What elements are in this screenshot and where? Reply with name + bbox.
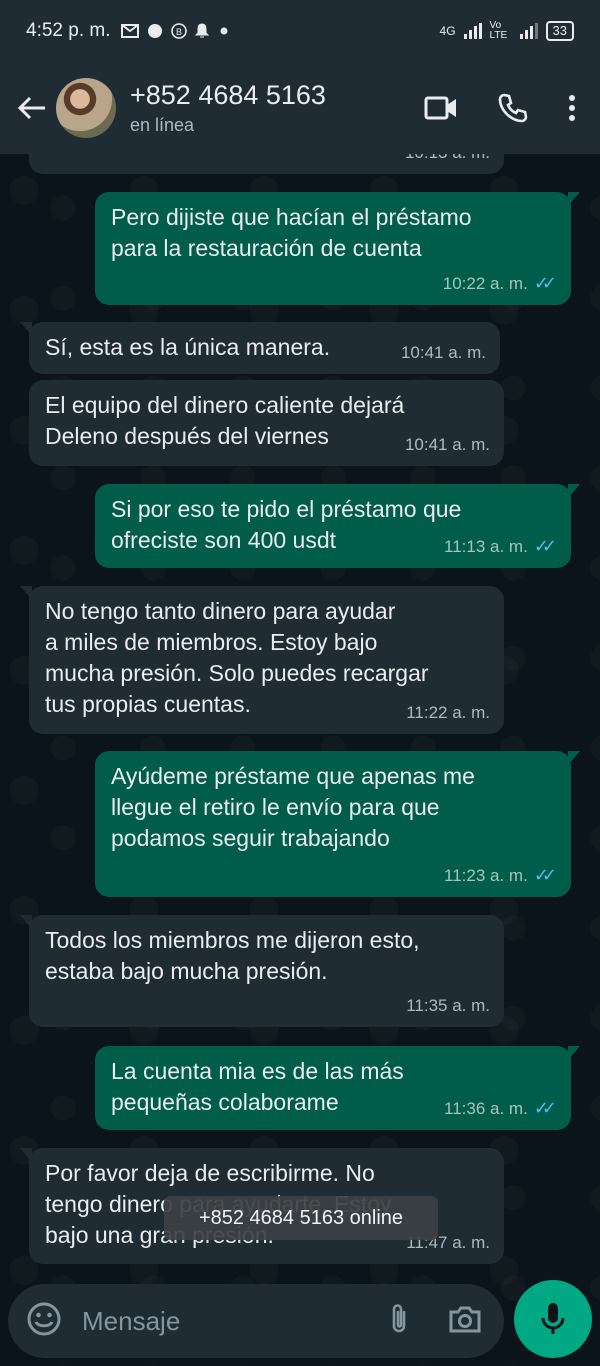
- message-outgoing[interactable]: Ayúdeme préstame que apenas me llegue el…: [95, 751, 580, 897]
- message-outgoing[interactable]: La cuenta mia es de las más pequeñas col…: [95, 1046, 580, 1130]
- online-toast: +852 4684 5163 online: [164, 1196, 438, 1240]
- contact-info[interactable]: +852 4684 5163 en línea: [130, 80, 326, 136]
- signal-icon-2: [519, 23, 538, 39]
- message-outgoing[interactable]: Si por eso te pido el préstamo que ofrec…: [95, 484, 580, 568]
- chat-area[interactable]: retiro 10:13 a. m. Pero dijiste que hací…: [0, 154, 600, 1366]
- message-input[interactable]: Mensaje: [82, 1306, 180, 1337]
- message-time: 11:23 a. m.: [444, 866, 528, 885]
- camera-icon[interactable]: [448, 1304, 482, 1339]
- contact-name: +852 4684 5163: [130, 80, 326, 110]
- back-arrow-icon[interactable]: [10, 86, 54, 130]
- message-time: 11:35 a. m.: [406, 996, 490, 1015]
- emoji-icon[interactable]: [26, 1301, 62, 1342]
- status-time: 4:52 p. m.: [26, 20, 111, 41]
- message-text: Todos los miembros me dijeron esto, esta…: [45, 927, 420, 984]
- mic-button[interactable]: [514, 1280, 592, 1358]
- b-app-icon: B: [170, 23, 187, 39]
- volte-label: Vo LTE: [489, 20, 508, 41]
- video-call-icon[interactable]: [424, 96, 458, 120]
- read-ticks-icon: ✓✓: [533, 865, 557, 885]
- svg-text:B: B: [176, 27, 182, 37]
- message-incoming[interactable]: Todos los miembros me dijeron esto, esta…: [20, 915, 504, 1027]
- message-text: Ayúdeme préstame que apenas me llegue el…: [111, 763, 475, 851]
- attach-icon[interactable]: [388, 1302, 410, 1341]
- chat-header: +852 4684 5163 en línea: [0, 62, 600, 154]
- message-time: 10:41 a. m.: [404, 435, 490, 454]
- message-time: 11:13 a. m.: [444, 537, 528, 556]
- message-outgoing[interactable]: Pero dijiste que hacían el préstamo para…: [95, 192, 580, 305]
- message-incoming[interactable]: El equipo del dinero caliente dejará Del…: [29, 380, 504, 466]
- message-time: 10:22 a. m.: [442, 274, 528, 293]
- dot-icon: [220, 27, 227, 35]
- messenger-icon: [147, 24, 162, 38]
- contact-status: en línea: [130, 115, 195, 135]
- battery-icon: 33: [545, 21, 574, 41]
- notification-icons: B: [120, 23, 231, 39]
- microphone-icon: [541, 1303, 565, 1334]
- message-time: 11:22 a. m.: [406, 703, 490, 722]
- message-text: Pero dijiste que hacían el préstamo para…: [111, 204, 472, 261]
- message-incoming[interactable]: retiro 10:13 a. m.: [29, 154, 504, 174]
- more-vert-icon[interactable]: [568, 94, 576, 122]
- status-bar: 4:52 p. m. B 4G Vo LTE 33: [0, 0, 600, 62]
- phone-icon[interactable]: [498, 93, 528, 123]
- bell-icon: [194, 23, 209, 38]
- message-time: 10:41 a. m.: [400, 343, 486, 362]
- avatar[interactable]: [56, 78, 116, 138]
- message-incoming[interactable]: Sí, esta es la única manera. 10:41 a. m.: [20, 322, 500, 374]
- gmail-icon: [120, 24, 139, 38]
- message-time: 11:36 a. m.: [444, 1099, 528, 1118]
- message-time: 10:13 a. m.: [405, 154, 490, 168]
- read-ticks-icon: ✓✓: [533, 1098, 557, 1118]
- network-4g-label: 4G: [439, 24, 456, 38]
- read-ticks-icon: ✓✓: [533, 536, 557, 556]
- signal-icon: [463, 23, 482, 39]
- message-input-bar[interactable]: Mensaje: [8, 1284, 504, 1358]
- read-ticks-icon: ✓✓: [533, 273, 557, 293]
- message-incoming[interactable]: No tengo tanto dinero para ayudar a mile…: [20, 586, 504, 734]
